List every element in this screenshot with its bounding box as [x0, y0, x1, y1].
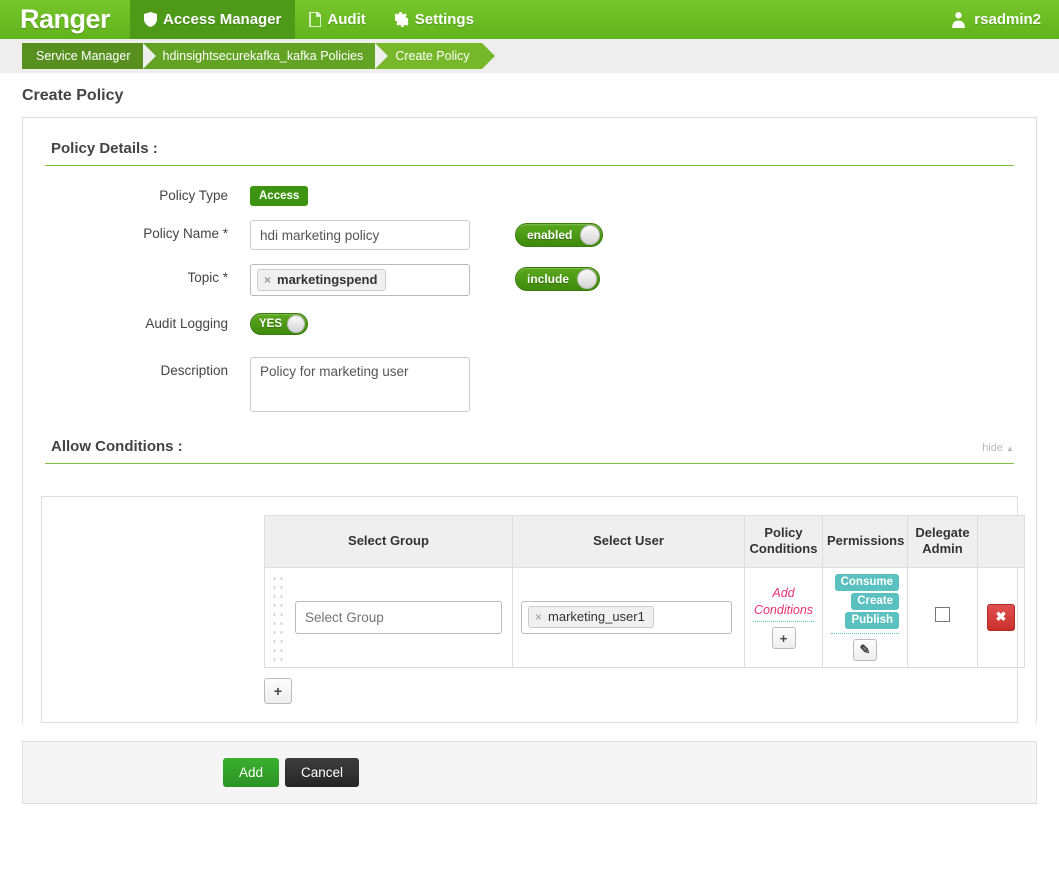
user-avatar-icon [950, 11, 967, 28]
cell-select-group [264, 566, 513, 668]
add-allow-condition-row-button[interactable]: + [264, 677, 292, 704]
cancel-button[interactable]: Cancel [285, 757, 360, 787]
policy-name-input[interactable] [250, 220, 470, 250]
form-row-description: Description [45, 357, 1014, 412]
add-button[interactable]: Add [223, 757, 280, 787]
topic-include-label: include [527, 272, 570, 286]
select-user-input[interactable]: × marketing_user1 [521, 600, 732, 634]
shield-icon [144, 12, 157, 27]
breadcrumb-label: hdinsightsecurekafka_kafka Policies [162, 49, 364, 63]
audit-logging-value: YES [259, 318, 283, 330]
form-footer: Add Cancel [22, 740, 1037, 804]
user-menu[interactable]: rsadmin2 [940, 0, 1059, 39]
user-name-label: rsadmin2 [974, 11, 1041, 28]
breadcrumb-bar: Service Manager hdinsightsecurekafka_kaf… [0, 39, 1059, 73]
permissions-list: Consume Create Publish [831, 573, 899, 634]
drag-handle-icon[interactable] [271, 573, 285, 661]
delegate-admin-checkbox[interactable] [935, 607, 950, 622]
file-icon [309, 12, 322, 27]
topic-include-toggle[interactable]: include [515, 267, 601, 291]
allow-conditions-table: Select Group Select User Policy Conditio… [264, 515, 1025, 668]
nav-item-settings[interactable]: Settings [380, 0, 488, 39]
permissions-divider [831, 632, 899, 634]
allow-conditions-section-header: Allow Conditions : hide ▲ [45, 438, 1014, 464]
table-row: × marketing_user1 Add Conditions + Consu… [264, 566, 1025, 668]
cell-select-user: × marketing_user1 [512, 566, 745, 668]
audit-logging-toggle-wrap: YES [250, 310, 309, 335]
form-row-audit-logging: Audit Logging YES [45, 310, 1014, 335]
delete-row-button[interactable]: ✖ [987, 603, 1015, 631]
form-row-policy-type: Policy Type Access [45, 182, 1014, 206]
page-title: Create Policy [22, 87, 124, 104]
gear-icon [394, 12, 409, 27]
form-row-policy-name: Policy Name * enabled [45, 220, 1014, 250]
form-row-topic: Topic * × marketingspend include [45, 264, 1014, 296]
app-brand-logo[interactable]: Ranger [0, 0, 130, 39]
user-chip-label: marketing_user1 [548, 609, 645, 624]
topic-label: Topic * [187, 270, 228, 285]
nav-label-access-manager: Access Manager [163, 11, 282, 28]
column-header-select-user: Select User [512, 515, 745, 568]
policy-enabled-toggle[interactable]: enabled [515, 223, 604, 247]
policy-details-heading: Policy Details : [51, 140, 158, 157]
nav-label-audit: Audit [327, 11, 366, 28]
audit-logging-label: Audit Logging [145, 316, 228, 331]
breadcrumb-item-service-manager[interactable]: Service Manager [22, 43, 155, 69]
caret-up-icon: ▲ [1006, 444, 1014, 453]
breadcrumb-label: Service Manager [36, 49, 131, 63]
breadcrumb: Service Manager hdinsightsecurekafka_kaf… [22, 43, 496, 69]
allow-conditions-heading: Allow Conditions : [51, 438, 183, 455]
hide-allow-conditions-link[interactable]: hide ▲ [982, 442, 1014, 454]
nav-item-access-manager[interactable]: Access Manager [130, 0, 296, 39]
table-header-row: Select Group Select User Policy Conditio… [264, 515, 1025, 568]
permission-badge-create: Create [851, 592, 899, 610]
toggle-knob [287, 315, 306, 333]
remove-topic-icon[interactable]: × [264, 273, 271, 287]
policy-name-label: Policy Name * [143, 226, 228, 241]
column-header-permissions: Permissions [822, 515, 908, 568]
create-policy-panel: Policy Details : Policy Type Access Poli… [22, 117, 1037, 723]
topic-include-toggle-wrap: include [515, 264, 601, 291]
cell-delegate-admin [907, 566, 978, 668]
toggle-knob [577, 269, 598, 289]
topic-chip[interactable]: × marketingspend [257, 269, 387, 291]
column-header-select-group: Select Group [264, 515, 513, 568]
policy-type-label: Policy Type [159, 188, 228, 203]
audit-logging-toggle[interactable]: YES [250, 313, 309, 335]
allow-conditions-box: Select Group Select User Policy Conditio… [41, 496, 1025, 723]
policy-details-section-header: Policy Details : [45, 140, 1014, 166]
column-header-delegate-admin: Delegate Admin [907, 515, 978, 568]
nav-label-settings: Settings [414, 11, 474, 28]
remove-user-icon[interactable]: × [535, 610, 542, 624]
description-label: Description [160, 363, 228, 378]
permission-badge-publish: Publish [845, 611, 899, 629]
top-navigation-bar: Ranger Access Manager Audit Settings rsa… [0, 0, 1059, 39]
cell-permissions: Consume Create Publish ✎ [822, 566, 908, 668]
permission-badge-consume: Consume [834, 573, 899, 591]
add-conditions-link[interactable]: Add Conditions [753, 585, 814, 623]
user-chip[interactable]: × marketing_user1 [528, 606, 654, 628]
nav-item-audit[interactable]: Audit [295, 0, 379, 39]
topic-chip-label: marketingspend [277, 272, 378, 287]
select-group-input[interactable] [295, 600, 502, 634]
breadcrumb-label: Create Policy [395, 49, 470, 63]
column-header-policy-conditions: Policy Conditions [744, 515, 823, 568]
edit-permissions-button[interactable]: ✎ [853, 638, 877, 661]
policy-enabled-toggle-wrap: enabled [515, 220, 604, 247]
column-header-actions [977, 515, 1025, 568]
policy-type-badge[interactable]: Access [250, 186, 309, 206]
topic-input[interactable]: × marketingspend [250, 264, 470, 296]
description-textarea[interactable] [250, 357, 470, 412]
add-condition-button[interactable]: + [771, 627, 796, 650]
policy-enabled-label: enabled [527, 228, 573, 242]
cell-delete: ✖ [977, 566, 1025, 668]
breadcrumb-item-create-policy[interactable]: Create Policy [375, 43, 496, 69]
toggle-knob [580, 225, 601, 245]
cell-policy-conditions: Add Conditions + [744, 566, 823, 668]
hide-label: hide [982, 442, 1004, 454]
breadcrumb-item-kafka-policies[interactable]: hdinsightsecurekafka_kafka Policies [142, 43, 389, 69]
